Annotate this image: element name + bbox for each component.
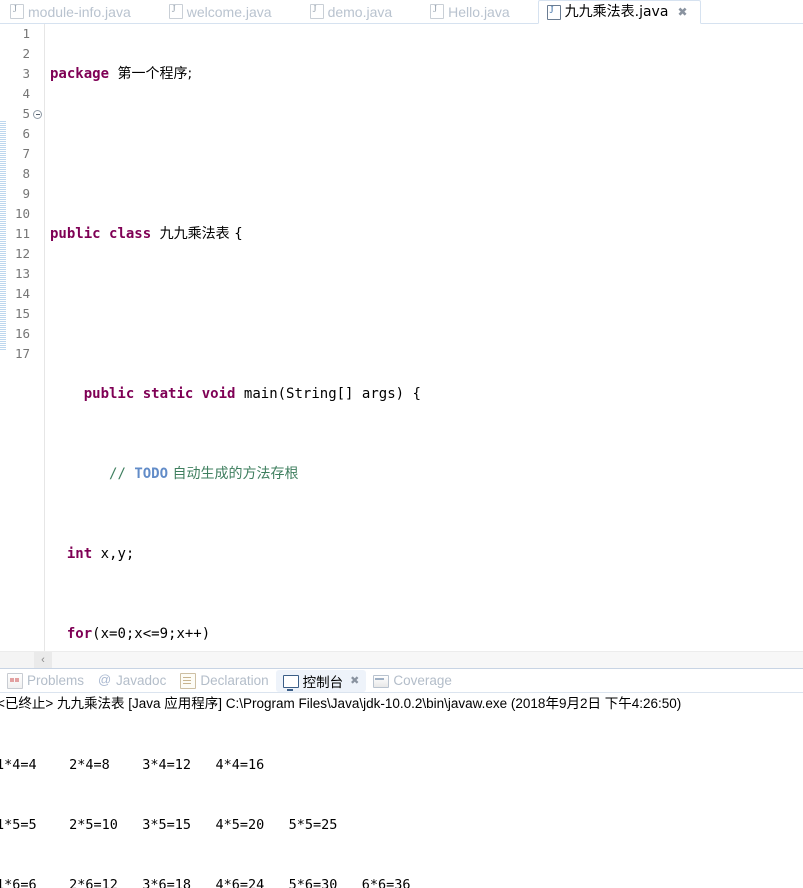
declaration-icon xyxy=(180,672,197,689)
coverage-icon xyxy=(373,675,390,688)
line-number: 8 xyxy=(22,166,30,181)
scroll-left-arrow-icon[interactable]: ‹ xyxy=(34,652,52,668)
keyword-package: package xyxy=(50,66,110,82)
java-file-icon xyxy=(168,3,183,19)
fold-collapse-icon[interactable] xyxy=(33,110,42,119)
editor-horizontal-scrollbar[interactable]: ‹ xyxy=(0,651,803,668)
console-output-text: 1*4=4 2*4=8 3*4=12 4*4=16 1*5=5 2*5=10 3… xyxy=(0,715,803,888)
package-name: 第一个程序; xyxy=(117,66,193,82)
console-output-area[interactable]: <已终止> 九九乘法表 [Java 应用程序] C:\Program Files… xyxy=(0,693,803,888)
view-tab-coverage[interactable]: Coverage xyxy=(366,670,459,692)
editor-tab-bar: module-info.java welcome.java demo.java … xyxy=(0,0,803,24)
line-number: 16 xyxy=(14,326,30,341)
editor-tab-label: welcome.java xyxy=(186,3,272,20)
code-folding-strip[interactable] xyxy=(32,24,44,651)
editor-tab-label: Hello.java xyxy=(448,3,510,20)
view-tab-console[interactable]: 控制台 ✖ xyxy=(275,669,367,692)
keyword-for: for xyxy=(66,626,93,642)
editor-tab-module-info[interactable]: module-info.java xyxy=(0,0,143,23)
line-number: 9 xyxy=(22,186,30,201)
line-number: 14 xyxy=(14,286,30,301)
code-line-5: public static void main(String[] args) { xyxy=(46,384,803,404)
keyword-public: public xyxy=(83,386,135,402)
class-name: 九九乘法表 { xyxy=(159,226,243,242)
view-tab-bar: Problems Javadoc Declaration 控制台 ✖ Cover… xyxy=(0,669,803,693)
code-text-area[interactable]: package 第一个程序; public class 九九乘法表 { publ… xyxy=(46,24,803,651)
comment-slashes: // xyxy=(109,466,135,482)
view-tab-label: 控制台 xyxy=(302,674,344,691)
line-number: 5 xyxy=(22,106,30,121)
editor-tab-jiujiu-chengfabiao[interactable]: 九九乘法表.java ✖ xyxy=(537,0,701,24)
console-icon xyxy=(282,674,299,691)
keyword-static: static xyxy=(142,386,194,402)
java-file-icon xyxy=(546,4,561,20)
javadoc-icon xyxy=(98,672,112,688)
console-output-line: 1*6=6 2*6=12 3*6=18 4*6=24 5*6=30 6*6=36 xyxy=(0,877,411,888)
code-line-6: // TODO 自动生成的方法存根 xyxy=(46,464,803,484)
line-number: 12 xyxy=(14,246,30,261)
editor-tab-welcome[interactable]: welcome.java xyxy=(161,0,284,23)
line-number: 4 xyxy=(22,86,30,101)
view-tab-label: Problems xyxy=(27,673,85,688)
gutter-separator xyxy=(44,24,45,651)
editor-tab-label: demo.java xyxy=(327,3,393,20)
editor-tab-label: module-info.java xyxy=(28,3,131,20)
console-output-line: 1*4=4 2*4=8 3*4=12 4*4=16 xyxy=(0,757,265,773)
editor-tab-hello[interactable]: Hello.java xyxy=(422,0,521,23)
code-line-8: for(x=0;x<=9;x++) xyxy=(46,624,803,644)
java-file-icon xyxy=(430,3,445,19)
view-tab-label: Javadoc xyxy=(116,673,167,688)
line-number: 15 xyxy=(14,306,30,321)
main-signature: main(String[] args) { xyxy=(243,386,421,402)
bottom-view-panel: Problems Javadoc Declaration 控制台 ✖ Cover… xyxy=(0,668,803,888)
line-number: 7 xyxy=(22,146,30,161)
line-number: 2 xyxy=(22,46,30,61)
problems-icon xyxy=(7,672,23,689)
close-icon[interactable]: ✖ xyxy=(677,6,687,18)
view-tab-label: Declaration xyxy=(200,673,269,688)
comment-todo-tag: TODO xyxy=(134,466,169,482)
keyword-public: public xyxy=(50,226,101,242)
comment-text: 自动生成的方法存根 xyxy=(168,466,299,482)
line-number: 11 xyxy=(14,226,30,241)
keyword-int: int xyxy=(66,546,93,562)
line-number: 3 xyxy=(22,66,30,81)
code-editor[interactable]: 1 2 3 4 5 6 7 8 9 10 11 12 13 14 15 16 1… xyxy=(0,24,803,651)
code-line-3: public class 九九乘法表 { xyxy=(46,224,803,244)
code-line-1: package 第一个程序; xyxy=(46,64,803,84)
java-file-icon xyxy=(10,3,24,19)
view-tab-declaration[interactable]: Declaration xyxy=(173,670,275,692)
editor-tab-demo[interactable]: demo.java xyxy=(302,0,405,23)
console-output-line: 1*5=5 2*5=10 3*5=15 4*5=20 5*5=25 xyxy=(0,817,338,833)
view-tab-problems[interactable]: Problems xyxy=(0,670,91,692)
line-number: 10 xyxy=(14,206,30,221)
java-file-icon xyxy=(309,3,324,19)
keyword-class: class xyxy=(109,226,152,242)
code-line-7: int x,y; xyxy=(46,544,803,564)
editor-tab-label: 九九乘法表.java xyxy=(564,4,669,20)
line-number: 13 xyxy=(14,266,30,281)
variable-declaration: x,y; xyxy=(92,546,135,562)
keyword-void: void xyxy=(201,386,236,402)
console-process-header: <已终止> 九九乘法表 [Java 应用程序] C:\Program Files… xyxy=(0,696,682,711)
scrollbar-track[interactable] xyxy=(52,652,803,668)
for-loop-header-outer: (x=0;x<=9;x++) xyxy=(92,626,211,642)
view-tab-javadoc[interactable]: Javadoc xyxy=(91,670,173,692)
line-number: 1 xyxy=(22,26,30,41)
line-number: 17 xyxy=(14,346,30,361)
line-number: 6 xyxy=(22,126,30,141)
line-number-gutter: 1 2 3 4 5 6 7 8 9 10 11 12 13 14 15 16 1… xyxy=(6,24,32,651)
view-tab-label: Coverage xyxy=(393,673,452,688)
close-icon[interactable]: ✖ xyxy=(350,674,359,687)
